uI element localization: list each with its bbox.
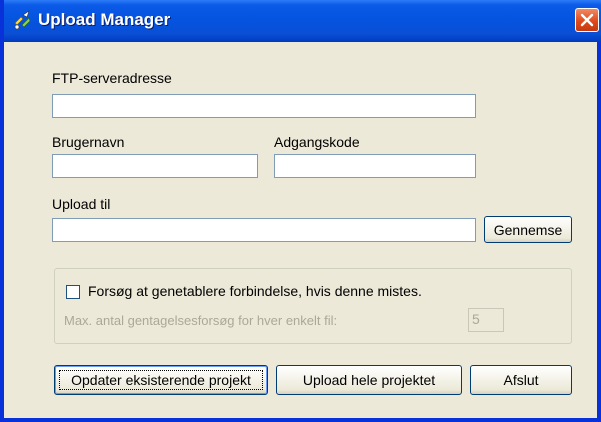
update-existing-project-label: Opdater eksisterende projekt <box>71 372 251 388</box>
upload-manager-window: Upload Manager FTP-serveradresse Brugern… <box>0 0 601 422</box>
upload-manager-icon <box>12 9 34 31</box>
upload-to-label: Upload til <box>52 196 111 212</box>
ftp-server-label: FTP-serveradresse <box>52 70 172 86</box>
options-group <box>54 268 572 344</box>
max-retries-field: 5 <box>468 308 504 332</box>
upload-all-button[interactable]: Upload hele projektet <box>276 365 462 395</box>
reconnect-checkbox[interactable] <box>66 285 80 299</box>
max-retries-label: Max. antal gentagelsesforsøg for hver en… <box>64 313 338 328</box>
window-title: Upload Manager <box>38 10 171 29</box>
close-button[interactable]: Afslut <box>470 365 572 395</box>
reconnect-label[interactable]: Forsøg at genetablere forbindelse, hvis … <box>88 283 422 299</box>
username-input[interactable] <box>52 154 258 178</box>
close-icon <box>580 13 594 27</box>
username-label: Brugernavn <box>52 134 125 150</box>
password-label: Adgangskode <box>274 134 360 150</box>
password-input[interactable] <box>274 154 476 178</box>
browse-button[interactable]: Gennemse <box>484 216 572 243</box>
close-window-button[interactable] <box>575 8 599 32</box>
ftp-server-input[interactable] <box>52 94 476 118</box>
upload-to-input[interactable] <box>52 218 476 242</box>
title-bar[interactable]: Upload Manager <box>4 0 601 42</box>
update-existing-project-button[interactable]: Opdater eksisterende projekt <box>54 365 268 395</box>
